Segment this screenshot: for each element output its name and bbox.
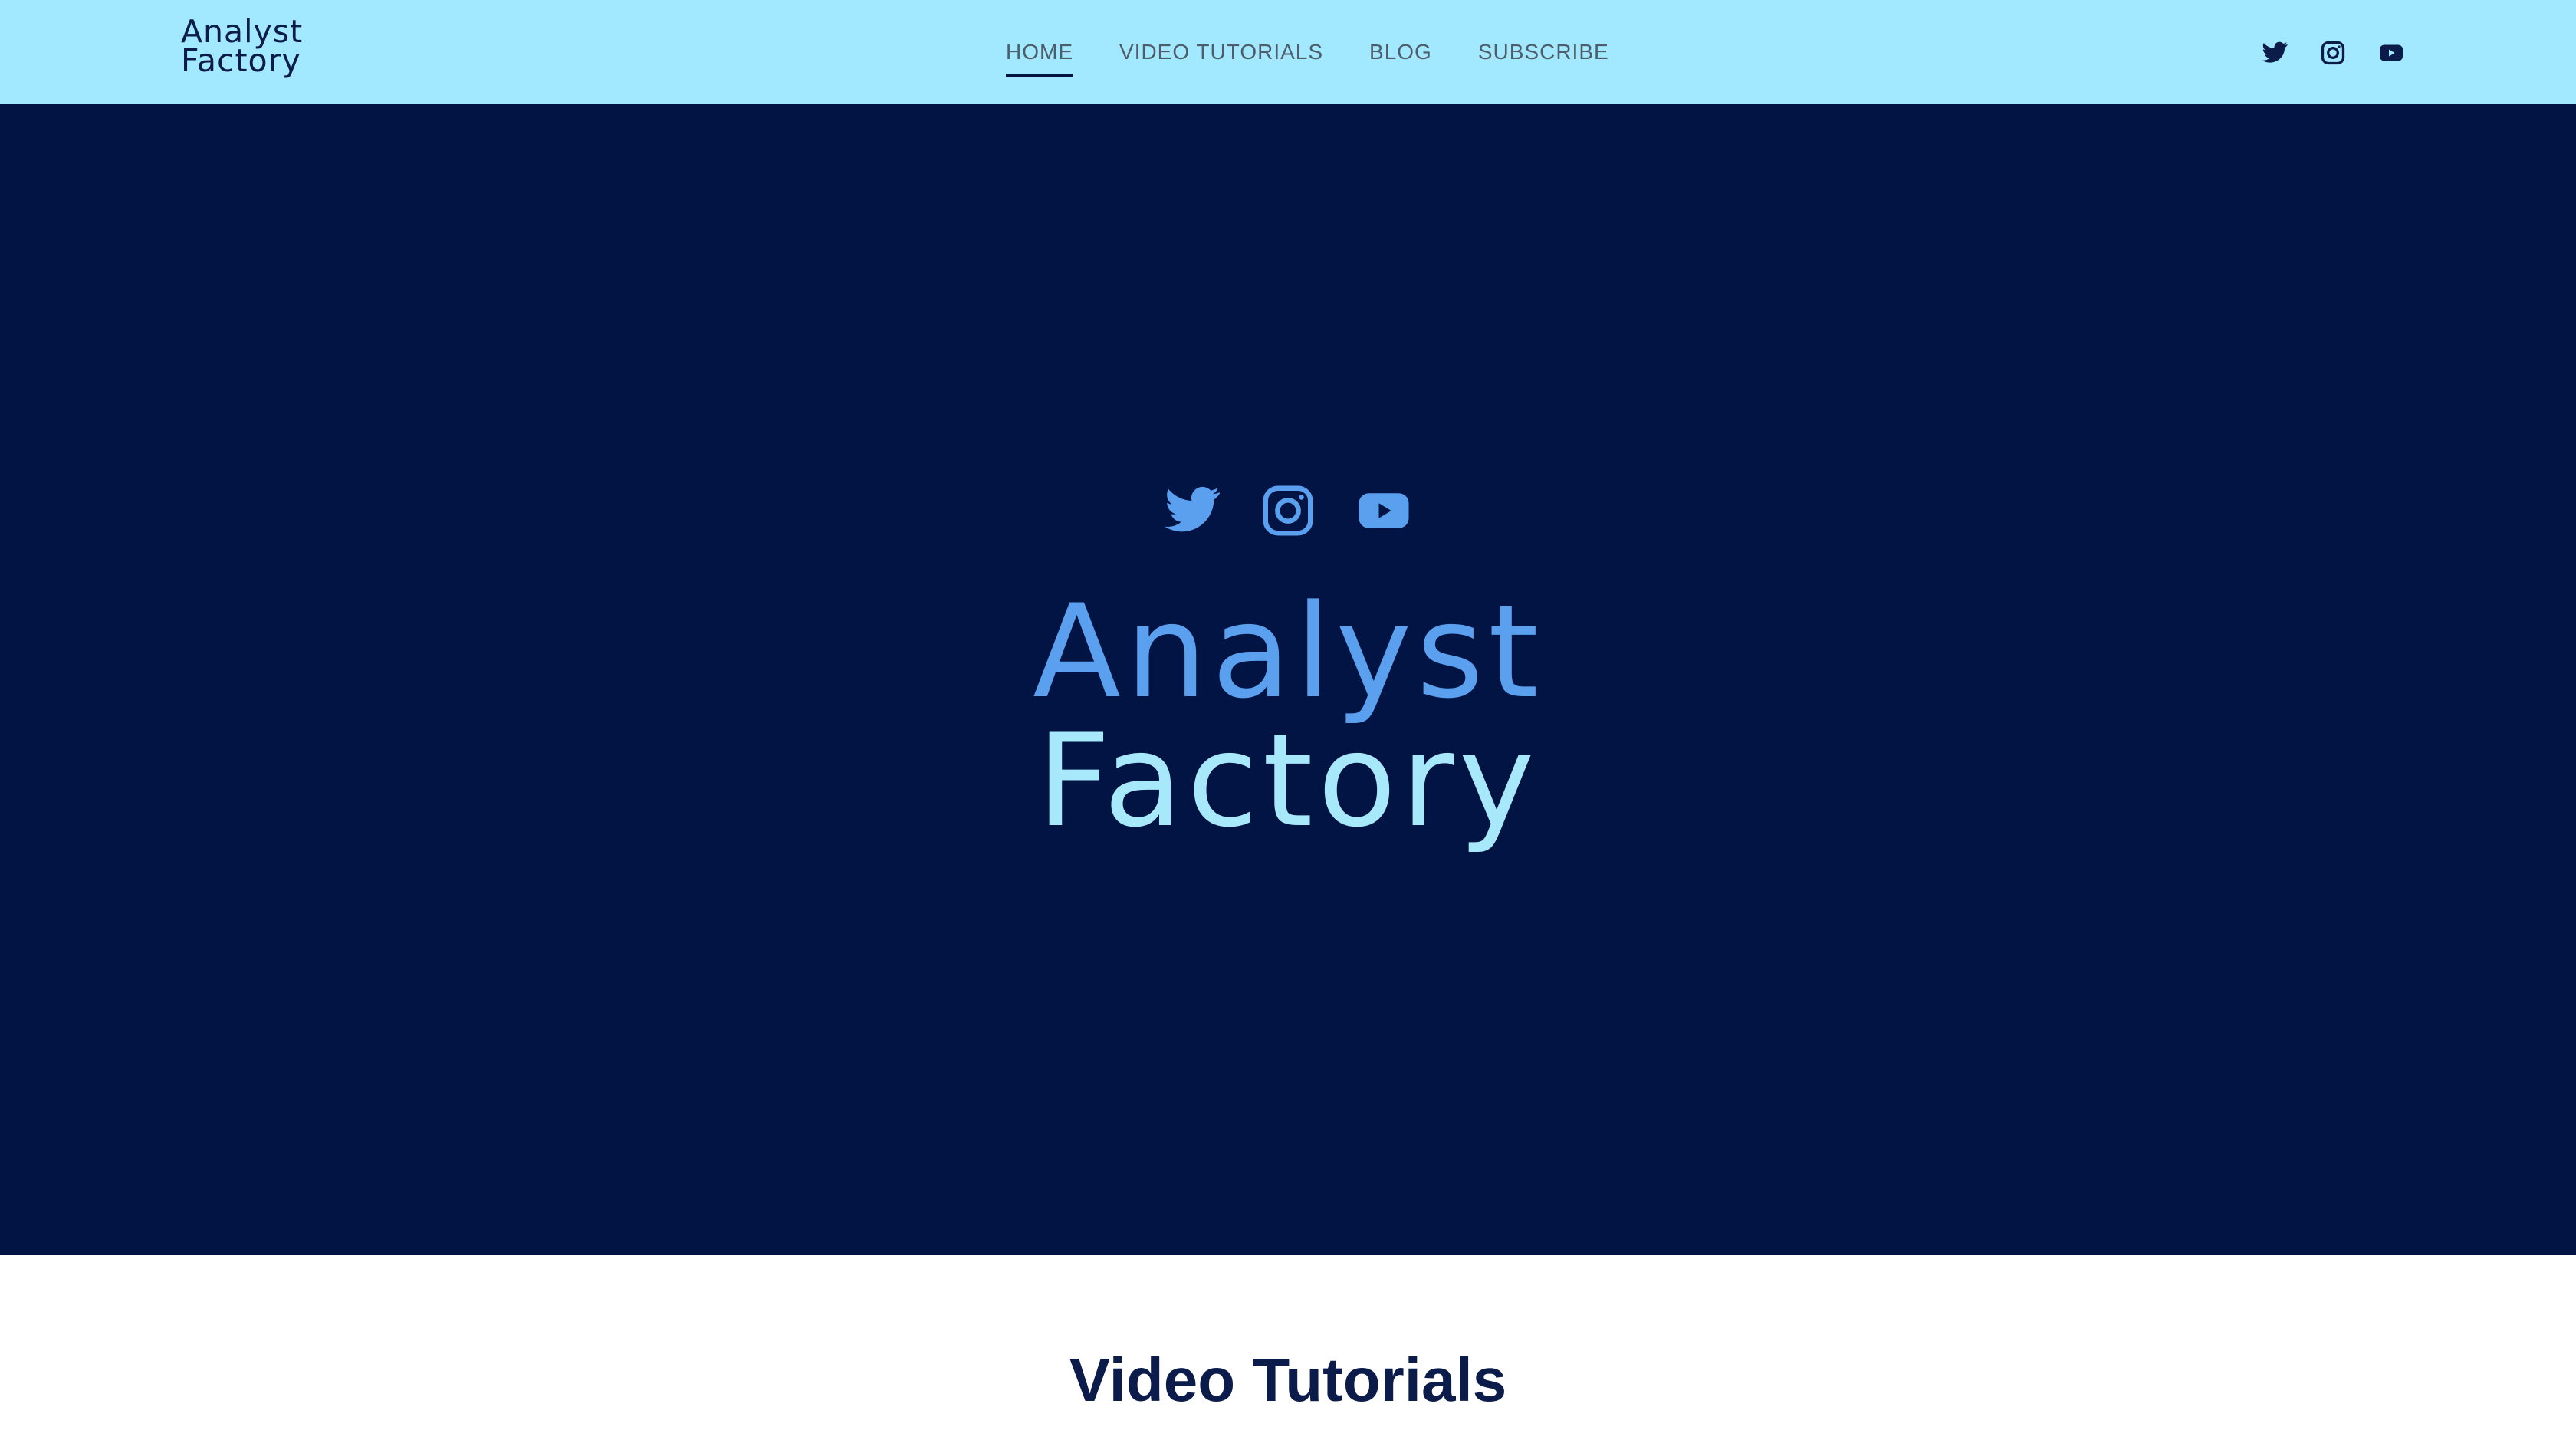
hero-section: Analyst Factory [0, 104, 2576, 1255]
hero-title-line-1: Analyst [1033, 577, 1543, 727]
nav-home[interactable]: HOME [1006, 38, 1073, 77]
nav-blog[interactable]: BLOG [1369, 38, 1432, 77]
instagram-icon[interactable] [2318, 38, 2348, 67]
hero-title: Analyst Factory [0, 587, 2576, 845]
instagram-icon[interactable] [1254, 476, 1322, 545]
nav-video-tutorials[interactable]: VIDEO TUTORIALS [1119, 38, 1323, 77]
twitter-icon[interactable] [2260, 38, 2289, 67]
youtube-icon[interactable] [2377, 38, 2406, 67]
brand-line-2: Factory [181, 42, 301, 79]
video-tutorials-heading: Video Tutorials [1069, 1346, 1507, 1414]
brand-logo[interactable]: Analyst Factory [181, 16, 357, 79]
site-header: Analyst Factory HOME VIDEO TUTORIALS BLO… [0, 0, 2576, 104]
nav-subscribe[interactable]: SUBSCRIBE [1478, 38, 1609, 77]
twitter-icon[interactable] [1158, 476, 1227, 545]
hero-social-links [1158, 472, 1418, 549]
header-social-links [2260, 38, 2406, 67]
hero-title-line-2: Factory [1037, 705, 1539, 856]
main-nav: HOME VIDEO TUTORIALS BLOG SUBSCRIBE [1006, 38, 1609, 77]
youtube-icon[interactable] [1349, 476, 1418, 545]
